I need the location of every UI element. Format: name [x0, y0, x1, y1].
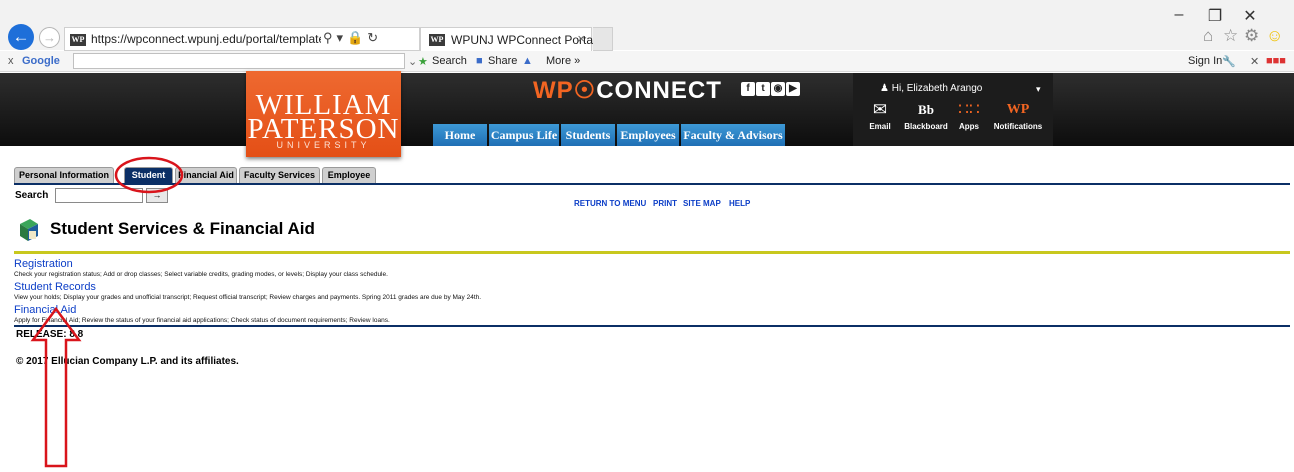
- user-greeting-text: Hi, Elizabeth Arango: [891, 83, 983, 94]
- tab-financial-aid[interactable]: Financial Aid: [175, 167, 237, 183]
- settings-gear-icon[interactable]: ⚙: [1244, 26, 1259, 46]
- back-arrow-icon[interactable]: ←: [8, 24, 34, 50]
- address-bar-icons[interactable]: ⚲▾🔒↻: [323, 30, 382, 46]
- social-icons: f t ◉ ▶: [741, 80, 807, 96]
- google-search-input[interactable]: [73, 53, 405, 69]
- site-map-link[interactable]: SITE MAP: [683, 199, 721, 208]
- share-logo-icon: ■: [476, 55, 483, 67]
- google-toolbar: x Google ⌄ ★ Search ■ Share ▲ More » Sig…: [0, 51, 1294, 72]
- nav-home[interactable]: Home: [433, 124, 487, 146]
- search-input[interactable]: [55, 188, 143, 203]
- menu-divider: [14, 325, 1290, 327]
- copyright-text: © 2017 Ellucian Company L.P. and its aff…: [16, 356, 239, 367]
- sign-in-button[interactable]: Sign In: [1188, 55, 1222, 67]
- tab-personal-information[interactable]: Personal Information: [14, 167, 114, 183]
- user-greeting[interactable]: ♟ Hi, Elizabeth Arango: [880, 83, 982, 94]
- tab-favicon-icon: WP: [429, 34, 445, 46]
- toolbar-x-icon[interactable]: ✕: [1250, 55, 1259, 68]
- tab-student[interactable]: Student: [124, 167, 173, 183]
- restore-icon[interactable]: ❐: [1205, 6, 1225, 26]
- apps-grid-icon: ∷∷: [958, 100, 980, 119]
- browser-tab[interactable]: WP WPUNJ WPConnect Portal ×: [420, 27, 596, 51]
- tab-close-icon[interactable]: ×: [577, 31, 585, 46]
- wrench-icon[interactable]: 🔧: [1222, 55, 1236, 68]
- tab-employee[interactable]: Employee: [322, 167, 376, 183]
- wpconnect-logo-wp: WP: [533, 77, 574, 104]
- wpconnect-logo-connect: CONNECT: [596, 77, 722, 104]
- browser-titlebar: ← → WP https://wpconnect.wpunj.edu/porta…: [0, 0, 1294, 51]
- tab-underline: [14, 183, 1290, 185]
- minimize-icon[interactable]: –: [1169, 6, 1189, 24]
- google-logo: Google: [22, 55, 60, 67]
- search-label: Search: [15, 190, 49, 201]
- tab-faculty-services[interactable]: Faculty Services: [239, 167, 320, 183]
- util-notifications[interactable]: WP Notifications: [993, 100, 1043, 131]
- share-button[interactable]: Share: [488, 55, 517, 67]
- util-notifications-label: Notifications: [993, 122, 1043, 131]
- favorites-star-icon[interactable]: ☆: [1223, 26, 1238, 46]
- menu-desc-student-records: View your holds; Display your grades and…: [14, 294, 482, 301]
- util-email-label: Email: [869, 122, 891, 131]
- twitter-icon[interactable]: t: [756, 82, 770, 96]
- util-email[interactable]: ✉ Email: [855, 100, 905, 131]
- dropdown-icon[interactable]: ▾: [337, 30, 348, 45]
- menu-link-registration[interactable]: Registration: [14, 258, 73, 270]
- menu-link-student-records[interactable]: Student Records: [14, 281, 96, 293]
- menu-desc-registration: Check your registration status; Add or d…: [14, 271, 388, 278]
- return-to-menu-link[interactable]: RETURN TO MENU: [574, 199, 646, 208]
- util-apps-label: Apps: [959, 122, 979, 131]
- nav-students[interactable]: Students: [561, 124, 615, 146]
- url-text[interactable]: https://wpconnect.wpunj.edu/portal/templ…: [91, 32, 321, 46]
- forward-arrow-icon[interactable]: →: [39, 27, 60, 48]
- print-link[interactable]: PRINT: [653, 199, 677, 208]
- smiley-feedback-icon[interactable]: ☺: [1266, 26, 1283, 46]
- util-apps[interactable]: ∷∷ Apps: [944, 100, 994, 131]
- nav-employees[interactable]: Employees: [617, 124, 679, 146]
- university-logo[interactable]: WILLIAM PATERSON UNIVERSITY: [246, 71, 401, 157]
- youtube-icon[interactable]: ▶: [786, 82, 800, 96]
- refresh-icon[interactable]: ↻: [367, 30, 382, 45]
- wpconnect-logo-o-icon: ☉: [573, 77, 597, 104]
- instagram-icon[interactable]: ◉: [771, 82, 785, 96]
- menu-link-financial-aid[interactable]: Financial Aid: [14, 304, 76, 316]
- toolbar-close-icon[interactable]: x: [8, 55, 14, 67]
- close-window-icon[interactable]: ✕: [1240, 6, 1260, 26]
- home-icon[interactable]: ⌂: [1203, 26, 1213, 46]
- more-button[interactable]: More »: [546, 55, 580, 67]
- lock-icon[interactable]: 🔒: [347, 30, 367, 45]
- site-favicon-icon: WP: [70, 34, 86, 46]
- help-link[interactable]: HELP: [729, 199, 750, 208]
- nav-faculty-advisors[interactable]: Faculty & Advisors: [681, 124, 785, 146]
- nav-campus-life[interactable]: Campus Life: [489, 124, 559, 146]
- page-title: Student Services & Financial Aid: [50, 219, 315, 238]
- toolbar-extension-icons[interactable]: ■■■: [1266, 55, 1286, 67]
- wpconnect-logo[interactable]: WP☉CONNECT: [533, 76, 722, 105]
- search-button[interactable]: Search: [432, 55, 467, 67]
- new-tab-button[interactable]: [593, 27, 613, 51]
- address-bar[interactable]: WP https://wpconnect.wpunj.edu/portal/te…: [64, 27, 420, 51]
- tab-title: WPUNJ WPConnect Portal: [451, 33, 596, 47]
- title-divider: [14, 251, 1290, 254]
- share-extra-icon[interactable]: ▲: [522, 55, 533, 67]
- envelope-icon: ✉: [872, 100, 888, 119]
- search-dropdown-icon[interactable]: ⌄: [408, 55, 417, 68]
- student-services-icon: [20, 219, 38, 241]
- search-logo-icon: ★: [418, 56, 428, 68]
- search-go-button[interactable]: →: [146, 188, 168, 203]
- facebook-icon[interactable]: f: [741, 82, 755, 96]
- wp-notifications-icon: WP: [1006, 102, 1030, 117]
- user-icon: ♟: [880, 83, 889, 94]
- logo-line-3: UNIVERSITY: [276, 140, 371, 150]
- menu-desc-financial-aid: Apply for Financial Aid; Review the stat…: [14, 317, 390, 324]
- search-icon[interactable]: ⚲: [323, 30, 337, 45]
- release-text: RELEASE: 8.8: [16, 329, 84, 340]
- user-menu-caret-icon[interactable]: ▾: [1036, 84, 1041, 95]
